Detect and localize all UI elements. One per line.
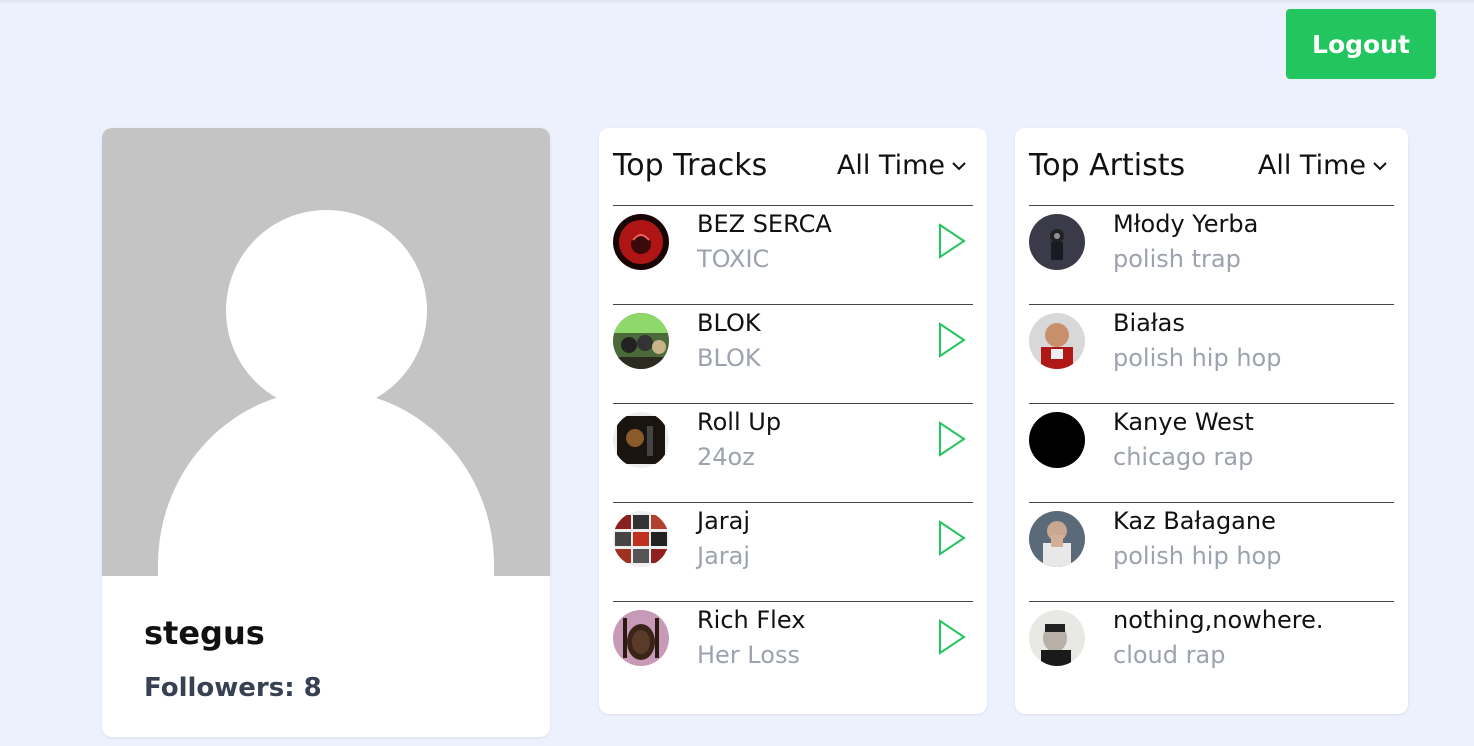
album-cover [613,214,669,270]
track-name: BLOK [697,309,761,337]
play-icon[interactable] [937,223,967,259]
track-album: TOXIC [697,245,770,273]
album-cover [613,313,669,369]
track-album: BLOK [697,344,761,372]
track-name: Rich Flex [697,606,806,634]
artist-row[interactable]: Kaz Bałagane polish hip hop [1029,502,1394,601]
artist-row[interactable]: Białas polish hip hop [1029,304,1394,403]
top-tracks-range-value: All Time [836,150,945,181]
artist-row[interactable]: Kanye West chicago rap [1029,403,1394,502]
track-row[interactable]: BEZ SERCA TOXIC [613,205,973,304]
top-tracks-title: Top Tracks [613,148,768,183]
artist-name: Białas [1113,309,1185,337]
chevron-down-icon [1373,161,1387,170]
top-artists-range-select[interactable]: All Time [1258,150,1388,181]
artist-genre: polish hip hop [1113,344,1282,372]
artist-genre: chicago rap [1113,443,1254,471]
artist-name: Kanye West [1113,408,1254,436]
top-shadow [0,0,1474,4]
album-cover [613,412,669,468]
track-row[interactable]: BLOK BLOK [613,304,973,403]
track-album: Her Loss [697,641,800,669]
artist-photo [1029,214,1085,270]
track-album: Jaraj [697,542,751,570]
top-artists-panel: Top Artists All Time Młody Yerba polish … [1015,128,1408,714]
artist-photo [1029,610,1085,666]
profile-card: stegus Followers: 8 [102,128,550,737]
artist-name: nothing,nowhere. [1113,606,1324,634]
album-cover [613,511,669,567]
play-icon[interactable] [937,322,967,358]
artist-name: Kaz Bałagane [1113,507,1276,535]
play-icon[interactable] [937,421,967,457]
top-tracks-panel: Top Tracks All Time BEZ SERCA TOXIC BLOK… [599,128,987,714]
top-artists-list: Młody Yerba polish trap Białas polish hi… [1029,205,1394,700]
artist-photo [1029,511,1085,567]
track-row[interactable]: Roll Up 24oz [613,403,973,502]
artist-name: Młody Yerba [1113,210,1259,238]
artist-genre: cloud rap [1113,641,1226,669]
artist-row[interactable]: Młody Yerba polish trap [1029,205,1394,304]
followers-count: Followers: 8 [144,673,322,703]
top-artists-title: Top Artists [1029,148,1186,183]
play-icon[interactable] [937,619,967,655]
artist-photo [1029,313,1085,369]
play-icon[interactable] [937,520,967,556]
track-row[interactable]: Rich Flex Her Loss [613,601,973,700]
track-name: Jaraj [697,507,751,535]
track-name: Roll Up [697,408,782,436]
artist-row[interactable]: nothing,nowhere. cloud rap [1029,601,1394,700]
artist-genre: polish trap [1113,245,1241,273]
user-silhouette-icon [102,128,550,576]
track-row[interactable]: Jaraj Jaraj [613,502,973,601]
album-cover [613,610,669,666]
artist-genre: polish hip hop [1113,542,1282,570]
username: stegus [144,614,265,652]
top-tracks-range-select[interactable]: All Time [837,150,967,181]
track-album: 24oz [697,443,755,471]
chevron-down-icon [952,161,966,170]
track-name: BEZ SERCA [697,210,832,238]
artist-photo [1029,412,1085,468]
top-artists-range-value: All Time [1257,150,1366,181]
logout-button[interactable]: Logout [1286,9,1436,79]
top-tracks-list: BEZ SERCA TOXIC BLOK BLOK Roll Up 24oz J… [613,205,973,700]
